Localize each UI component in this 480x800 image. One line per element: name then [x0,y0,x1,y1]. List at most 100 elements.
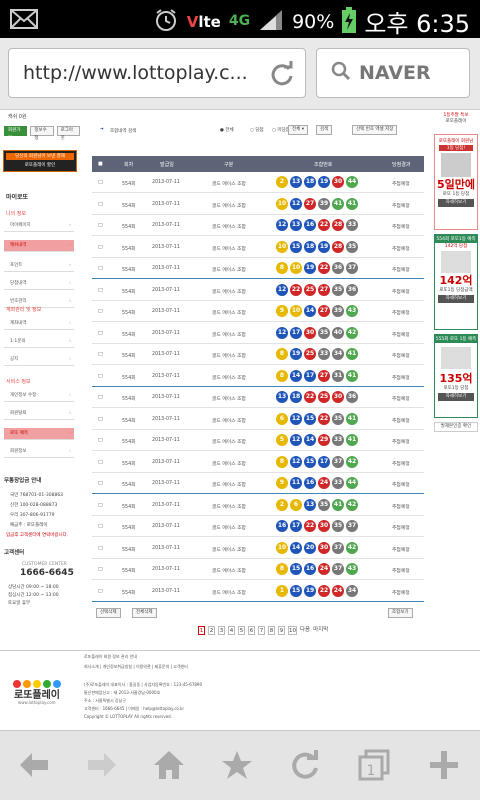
table-row[interactable]: □ 554회 2013-07-11 골드 에이스 조합 추첨예정 2 13 18 19 30 44 [92,172,424,193]
menu-item-predict[interactable]: 로또 예측 › [4,428,74,440]
page-link[interactable]: 4 [228,626,235,635]
row-checkbox[interactable]: □ [98,567,103,572]
table-row[interactable]: □ 554회 2013-07-11 골드 에이스 조합 추첨예정 12 22 25 27 35 36 [92,280,424,301]
table-row[interactable]: □ 554회 2013-07-11 골드 에이스 조합 추첨예정 9 11 16 24 33 44 [92,473,424,494]
url-field[interactable]: http://www.lottoplay.c... [8,48,306,98]
menu-item-withdraw[interactable]: 회원탈퇴 › [4,408,74,420]
cell-result: 추첨예정 [392,397,410,402]
refresh-icon[interactable] [288,749,322,785]
table-row[interactable]: □ 554회 2013-07-11 골드 에이스 조합 추첨예정 5 12 14 29 33 41 [92,430,424,451]
cell-round: 554회 [122,246,136,252]
bookmark-star-icon[interactable] [220,749,254,785]
back-icon[interactable] [16,749,52,785]
row-checkbox[interactable]: □ [98,202,103,207]
home-icon[interactable] [152,749,186,785]
table-row[interactable]: □ 554회 2013-07-11 골드 에이스 조합 추첨예정 8 14 17 27 31 41 [92,366,424,387]
new-tab-icon[interactable] [428,749,460,785]
banner-small-text: 로또1등 당첨 [443,386,469,391]
logout-button[interactable]: 로그아웃 [56,126,80,141]
page-link[interactable]: 1 [198,626,205,635]
row-checkbox[interactable]: □ [98,481,103,486]
promo-banner[interactable]: 당신의 회원님이 보낸 결재 로또플레이 할인 [3,150,77,172]
page-link[interactable]: 10 [288,626,297,635]
menu-item-cash[interactable]: 캐쉬내역 › [4,240,74,252]
row-checkbox[interactable]: □ [98,589,103,594]
next-page-link[interactable]: 다음 [300,626,310,635]
filter-win-radio[interactable]: ○ 당첨 [250,127,264,133]
table-row[interactable]: □ 554회 2013-07-11 골드 에이스 조합 추첨예정 12 17 30 35 40 42 [92,323,424,344]
table-row[interactable]: □ 554회 2013-07-11 골드 에이스 조합 추첨예정 8 15 16 24 37 43 [92,559,424,580]
banner-predict-555[interactable]: 555회 로또 1등 예측 135억 로또1등 당첨 자세히보기 [434,334,478,418]
table-row[interactable]: □ 554회 2013-07-11 골드 에이스 조합 추첨예정 8 19 25 33 34 41 [92,344,424,365]
row-checkbox[interactable]: □ [98,288,103,293]
menu-item-qna[interactable]: 1:1문의 › [4,336,74,348]
table-row[interactable]: □ 554회 2013-07-11 골드 에이스 조합 추첨예정 10 15 18 19 28 35 [92,237,424,258]
tabs-icon[interactable]: 1 [358,749,390,785]
search-button[interactable]: NAVER [316,48,470,98]
table-row[interactable]: □ 554회 2013-07-11 골드 에이스 조합 추첨예정 6 12 15 22 35 41 [92,409,424,430]
forward-icon[interactable] [84,749,120,785]
row-checkbox[interactable]: □ [98,245,103,250]
table-row[interactable]: □ 554회 2013-07-11 골드 에이스 조합 추첨예정 10 12 27 39 41 41 [92,194,424,215]
row-checkbox[interactable]: □ [98,374,103,379]
row-checkbox[interactable]: □ [98,331,103,336]
row-checkbox[interactable]: □ [98,309,103,314]
page-link[interactable]: 3 [218,626,225,635]
edit-info-button[interactable]: 정보수정 [30,126,54,141]
view-combo-button[interactable]: 조합보기 [388,608,413,618]
table-row[interactable]: □ 554회 2013-07-11 골드 에이스 조합 추첨예정 10 14 20 30 37 42 [92,538,424,559]
menu-item-point[interactable]: 포인트 › [4,260,74,272]
join-button[interactable]: 회원가입 [4,126,28,141]
row-checkbox[interactable]: □ [98,524,103,529]
row-checkbox[interactable]: □ [98,223,103,228]
search-submit-button[interactable]: 검색 [316,125,333,135]
table-row[interactable]: □ 554회 2013-07-11 골드 에이스 조합 추첨예정 2 6 13 35 41 42 [92,495,424,516]
select-all-checkbox[interactable]: ■ [98,161,103,167]
cell-date: 2013-07-11 [152,223,180,228]
table-row[interactable]: □ 554회 2013-07-11 골드 에이스 조합 추첨예정 8 12 15 17 37 42 [92,452,424,473]
row-checkbox[interactable]: □ [98,438,103,443]
cert-link[interactable]: 발재본인증 확인 [434,422,478,432]
table-row[interactable]: □ 554회 2013-07-11 골드 에이스 조합 추첨예정 8 10 19 22 36 37 [92,258,424,279]
last-page-link[interactable]: 마지막 [313,626,328,635]
page-link[interactable]: 7 [258,626,265,635]
page-link[interactable]: 6 [248,626,255,635]
row-checkbox[interactable]: □ [98,395,103,400]
table-row[interactable]: □ 554회 2013-07-11 골드 에이스 조합 추첨예정 1 15 19 22 24 34 [92,581,424,602]
page-link[interactable]: 8 [268,626,275,635]
menu-item-notice[interactable]: 공지 › [4,354,74,366]
table-row[interactable]: □ 554회 2013-07-11 골드 에이스 조합 추첨예정 13 18 22 25 30 36 [92,387,424,408]
row-checkbox[interactable]: □ [98,180,103,185]
banner-predict-554[interactable]: 554회 로또1등 예측 142억 당첨 142억 로또1등 당첨금액 자세히보… [434,234,478,330]
menu-item-edit-profile[interactable]: 개인정보 수정 › [4,390,74,402]
cell-result: 추첨예정 [392,418,410,424]
row-checkbox[interactable]: □ [98,352,103,357]
menu-item-member[interactable]: 회원정보 › [4,446,74,458]
reload-icon[interactable] [269,61,295,91]
table-row[interactable]: □ 554회 2013-07-11 골드 에이스 조합 추첨예정 12 13 16 22 28 33 [92,215,424,236]
table-row[interactable]: □ 554회 2013-07-11 골드 에이스 조합 추첨예정 9 10 14 27 39 43 [92,301,424,322]
filter-all-radio[interactable]: ● 전체 [220,127,234,133]
lotto-ball: 5 [276,434,288,446]
menu-item-win[interactable]: 당첨내역 › [4,278,74,290]
row-checkbox[interactable]: □ [98,546,103,551]
page-link[interactable]: 2 [208,626,215,635]
delete-all-button[interactable]: 전체삭제 [132,608,157,618]
table-row[interactable]: □ 554회 2013-07-11 골드 에이스 조합 추첨예정 16 17 22 30 35 37 [92,516,424,537]
delete-selected-button[interactable]: 선택삭제 [96,608,121,618]
detail-button[interactable]: 자세히보기 [438,393,474,401]
detail-button[interactable]: 자세히보기 [438,199,474,207]
row-checkbox[interactable]: □ [98,266,103,271]
banner-winner[interactable]: 로또플레이 회원님 1등 당첨! 5일만에 로또 1등 당첨 자세히보기 [434,134,478,230]
filter-select[interactable]: 전체 ▾ [288,125,308,135]
row-checkbox[interactable]: □ [98,503,103,508]
menu-item-mypage[interactable]: 마이페이지 › [4,220,74,232]
menu-item-account[interactable]: 계좌내역 › [4,318,74,330]
cell-result: 추첨예정 [392,590,410,596]
page-link[interactable]: 5 [238,626,245,635]
detail-button[interactable]: 자세히보기 [438,295,474,303]
row-checkbox[interactable]: □ [98,417,103,422]
save-excel-button[interactable]: 선택 번호 엑셀 저장 [352,125,398,135]
row-checkbox[interactable]: □ [98,460,103,465]
page-link[interactable]: 9 [278,626,285,635]
